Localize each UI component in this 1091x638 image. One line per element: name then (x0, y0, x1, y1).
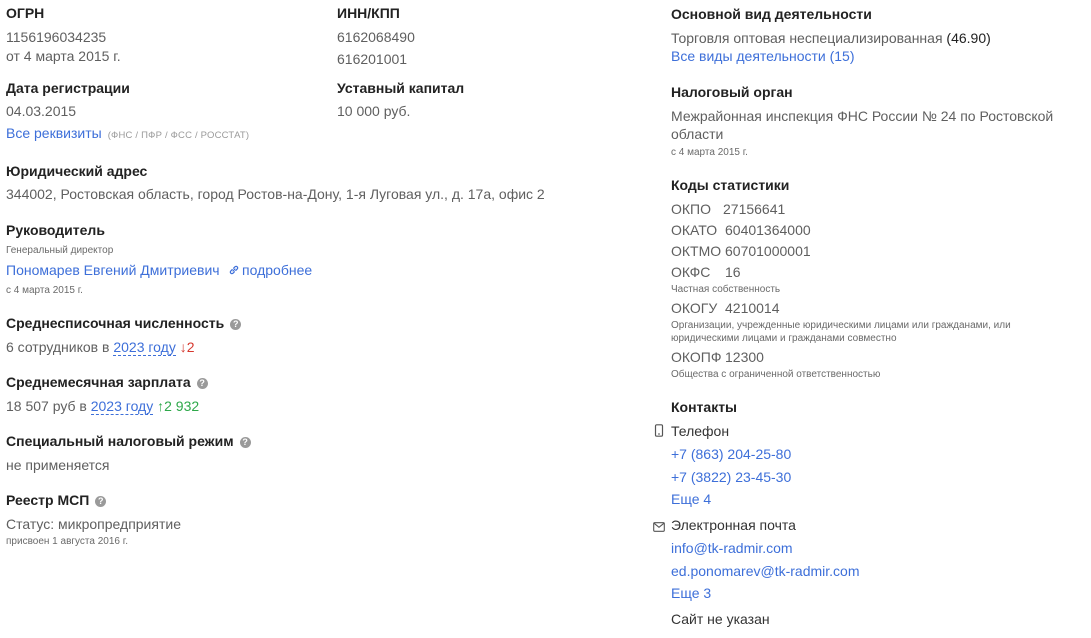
employees-prefix: 6 сотрудников в (6, 339, 110, 355)
okfs-key: ОКФС (671, 264, 711, 280)
activity-label: Основной вид деятельности (671, 6, 872, 22)
okogu-desc2: юридическими лицами и гражданами совмест… (671, 333, 897, 344)
contacts-label: Контакты (671, 399, 738, 415)
okato-value: 60401364000 (725, 222, 811, 238)
director-label: Руководитель (6, 222, 105, 238)
employees-row: 6 сотрудников в 2023 году ↓2 (6, 339, 195, 356)
salary-prefix: 18 507 руб в (6, 398, 87, 414)
mail-icon (653, 519, 665, 537)
director-name-link[interactable]: Пономарев Евгений Дмитриевич (6, 262, 220, 278)
capital-value: 10 000 руб. (337, 103, 411, 119)
ogrn-label: ОГРН (6, 5, 45, 21)
director-date: с 4 марта 2015 г. (6, 285, 83, 296)
okopf-row: ОКОПФ 12300 (671, 349, 764, 365)
director-more-link[interactable]: подробнее (242, 262, 312, 278)
help-circle-icon[interactable]: ? (239, 437, 251, 448)
salary-label-row: Среднемесячная зарплата? (6, 374, 208, 390)
activity-code: (46.90) (946, 30, 991, 46)
address-label: Юридический адрес (6, 163, 148, 179)
okopf-value: 12300 (725, 349, 764, 365)
director-role: Генеральный директор (6, 245, 114, 256)
reg-date-label: Дата регистрации (6, 80, 130, 96)
requisites-row: Все реквизиты (ФНС / ПФР / ФСС / РОССТАТ) (6, 125, 249, 143)
okopf-desc: Общества с ограниченной ответственностью (671, 369, 881, 380)
okfs-row: ОКФС 16 (671, 264, 741, 280)
employees-year-link[interactable]: 2023 году (113, 339, 176, 356)
employees-delta: ↓2 (179, 339, 195, 355)
msp-label: Реестр МСП (6, 492, 90, 508)
okopf-key: ОКОПФ (671, 349, 722, 365)
tax-regime-label: Специальный налоговый режим (6, 433, 234, 449)
tax-office-line1: Межрайонная инспекция ФНС России № 24 по… (671, 108, 1054, 124)
oktmo-row: ОКТМО 60701000001 (671, 243, 811, 259)
employees-label-row: Среднесписочная численность? (6, 315, 242, 331)
email-label: Электронная почта (671, 517, 796, 533)
msp-status: Статус: микропредприятие (6, 516, 181, 532)
okpo-key: ОКПО (671, 201, 711, 217)
okogu-key: ОКОГУ (671, 300, 718, 316)
requisites-note: (ФНС / ПФР / ФСС / РОССТАТ) (107, 130, 250, 141)
capital-label: Уставный капитал (337, 80, 465, 96)
ogrn-value: 1156196034235 (6, 29, 107, 45)
okato-row: ОКАТО 60401364000 (671, 222, 811, 238)
inn-kpp-label: ИНН/КПП (337, 5, 400, 21)
tax-office-date: с 4 марта 2015 г. (671, 147, 748, 158)
okogu-row: ОКОГУ 4210014 (671, 300, 780, 316)
msp-date: присвоен 1 августа 2016 г. (6, 536, 128, 547)
ogrn-date: от 4 марта 2015 г. (6, 48, 121, 64)
email2-link[interactable]: ed.ponomarev@tk-radmir.com (671, 563, 860, 579)
oktmo-value: 60701000001 (725, 243, 811, 259)
kpp-value: 616201001 (337, 51, 408, 67)
okfs-desc: Частная собственность (671, 284, 781, 295)
tax-office-label: Налоговый орган (671, 84, 793, 100)
msp-label-row: Реестр МСП? (6, 492, 107, 508)
help-circle-icon[interactable]: ? (196, 378, 208, 389)
phone1-link[interactable]: +7 (863) 204-25-80 (671, 446, 791, 462)
help-circle-icon[interactable]: ? (95, 496, 107, 507)
phone2-link[interactable]: +7 (3822) 23-45-30 (671, 469, 791, 485)
okpo-row: ОКПО 27156641 (671, 201, 785, 217)
activity-row: Торговля оптовая неспециализированная (4… (671, 30, 991, 46)
link-icon[interactable] (228, 263, 240, 281)
tax-office-line2: области (671, 126, 724, 142)
stats-label: Коды статистики (671, 177, 790, 193)
address-value: 344002, Ростовская область, город Ростов… (6, 186, 545, 202)
all-requisites-link[interactable]: Все реквизиты (6, 125, 102, 141)
salary-year-link[interactable]: 2023 году (90, 398, 154, 415)
employees-label: Среднесписочная численность (6, 315, 225, 331)
phone-label: Телефон (671, 423, 730, 439)
oktmo-key: ОКТМО (671, 243, 722, 259)
salary-row: 18 507 руб в 2023 году ↑2 932 (6, 398, 200, 415)
salary-label: Среднемесячная зарплата (6, 374, 191, 390)
okato-key: ОКАТО (671, 222, 718, 238)
director-row: Пономарев Евгений Дмитриевич подробнее (6, 262, 312, 281)
okogu-value: 4210014 (725, 300, 780, 316)
email-more-link[interactable]: Еще 3 (671, 585, 711, 601)
email1-link[interactable]: info@tk-radmir.com (671, 540, 793, 556)
salary-delta: ↑2 932 (157, 398, 200, 414)
phone-more-link[interactable]: Еще 4 (671, 491, 711, 507)
inn-value: 6162068490 (337, 29, 415, 45)
reg-date-value: 04.03.2015 (6, 103, 77, 119)
help-circle-icon[interactable]: ? (230, 319, 242, 330)
tax-regime-value: не применяется (6, 457, 110, 473)
okogu-desc1: Организации, учрежденные юридическими ли… (671, 320, 1011, 331)
activity-value: Торговля оптовая неспециализированная (671, 30, 943, 46)
okpo-value: 27156641 (723, 201, 786, 217)
phone-icon (654, 424, 664, 442)
all-activities-link[interactable]: Все виды деятельности (15) (671, 48, 855, 64)
tax-regime-label-row: Специальный налоговый режим? (6, 433, 251, 449)
okfs-value: 16 (725, 264, 741, 280)
site-status: Сайт не указан (671, 611, 770, 627)
